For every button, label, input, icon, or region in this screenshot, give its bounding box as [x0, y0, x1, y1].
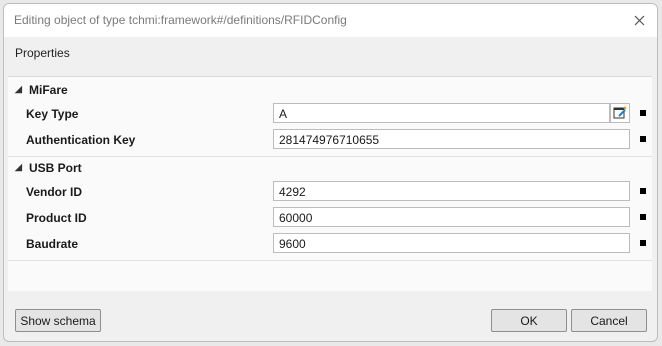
- authentication-key-field[interactable]: 281474976710655: [273, 129, 630, 149]
- editor-dialog: Editing object of type tchmi:framework#/…: [3, 3, 658, 342]
- property-label: Authentication Key: [26, 133, 136, 147]
- default-value-marker[interactable]: [640, 188, 646, 194]
- property-row-vendor-id: Vendor ID 4292: [8, 178, 652, 204]
- vendor-id-field[interactable]: 4292: [273, 181, 630, 201]
- product-id-field[interactable]: 60000: [273, 207, 630, 227]
- property-label: Vendor ID: [26, 185, 83, 199]
- default-value-marker[interactable]: [640, 214, 646, 220]
- dialog-title: Editing object of type tchmi:framework#/…: [14, 13, 347, 27]
- close-icon: [634, 15, 644, 25]
- key-type-field[interactable]: A: [273, 103, 610, 123]
- category-usb-port[interactable]: ◢ USB Port: [8, 158, 652, 178]
- show-schema-button[interactable]: Show schema: [15, 309, 101, 332]
- properties-heading: Properties: [15, 46, 70, 60]
- category-label: MiFare: [29, 83, 68, 97]
- default-value-marker[interactable]: [640, 136, 646, 142]
- property-label: Product ID: [26, 211, 87, 225]
- title-bar: Editing object of type tchmi:framework#/…: [4, 4, 657, 37]
- category-label: USB Port: [29, 161, 82, 175]
- collapse-triangle-icon[interactable]: ◢: [15, 84, 22, 95]
- property-row-key-type: Key Type A: [8, 100, 652, 126]
- property-label: Key Type: [26, 107, 79, 121]
- property-row-baudrate: Baudrate 9600: [8, 230, 652, 256]
- property-label: Baudrate: [26, 237, 79, 251]
- property-row-product-id: Product ID 60000: [8, 204, 652, 230]
- group-divider: [8, 156, 652, 157]
- cancel-button[interactable]: Cancel: [571, 309, 647, 332]
- ok-button[interactable]: OK: [491, 309, 567, 332]
- group-divider: [8, 260, 652, 261]
- baudrate-field[interactable]: 9600: [273, 233, 630, 253]
- default-value-marker[interactable]: [640, 110, 646, 116]
- property-grid: ◢ MiFare Key Type A Authentication Key 2…: [8, 76, 652, 291]
- collapse-triangle-icon[interactable]: ◢: [15, 162, 22, 173]
- edit-dialog-icon: [613, 106, 627, 119]
- property-row-authentication-key: Authentication Key 281474976710655: [8, 126, 652, 152]
- key-type-editor-button[interactable]: [610, 103, 630, 123]
- close-button[interactable]: [629, 10, 649, 30]
- default-value-marker[interactable]: [640, 240, 646, 246]
- category-mifare[interactable]: ◢ MiFare: [8, 80, 652, 100]
